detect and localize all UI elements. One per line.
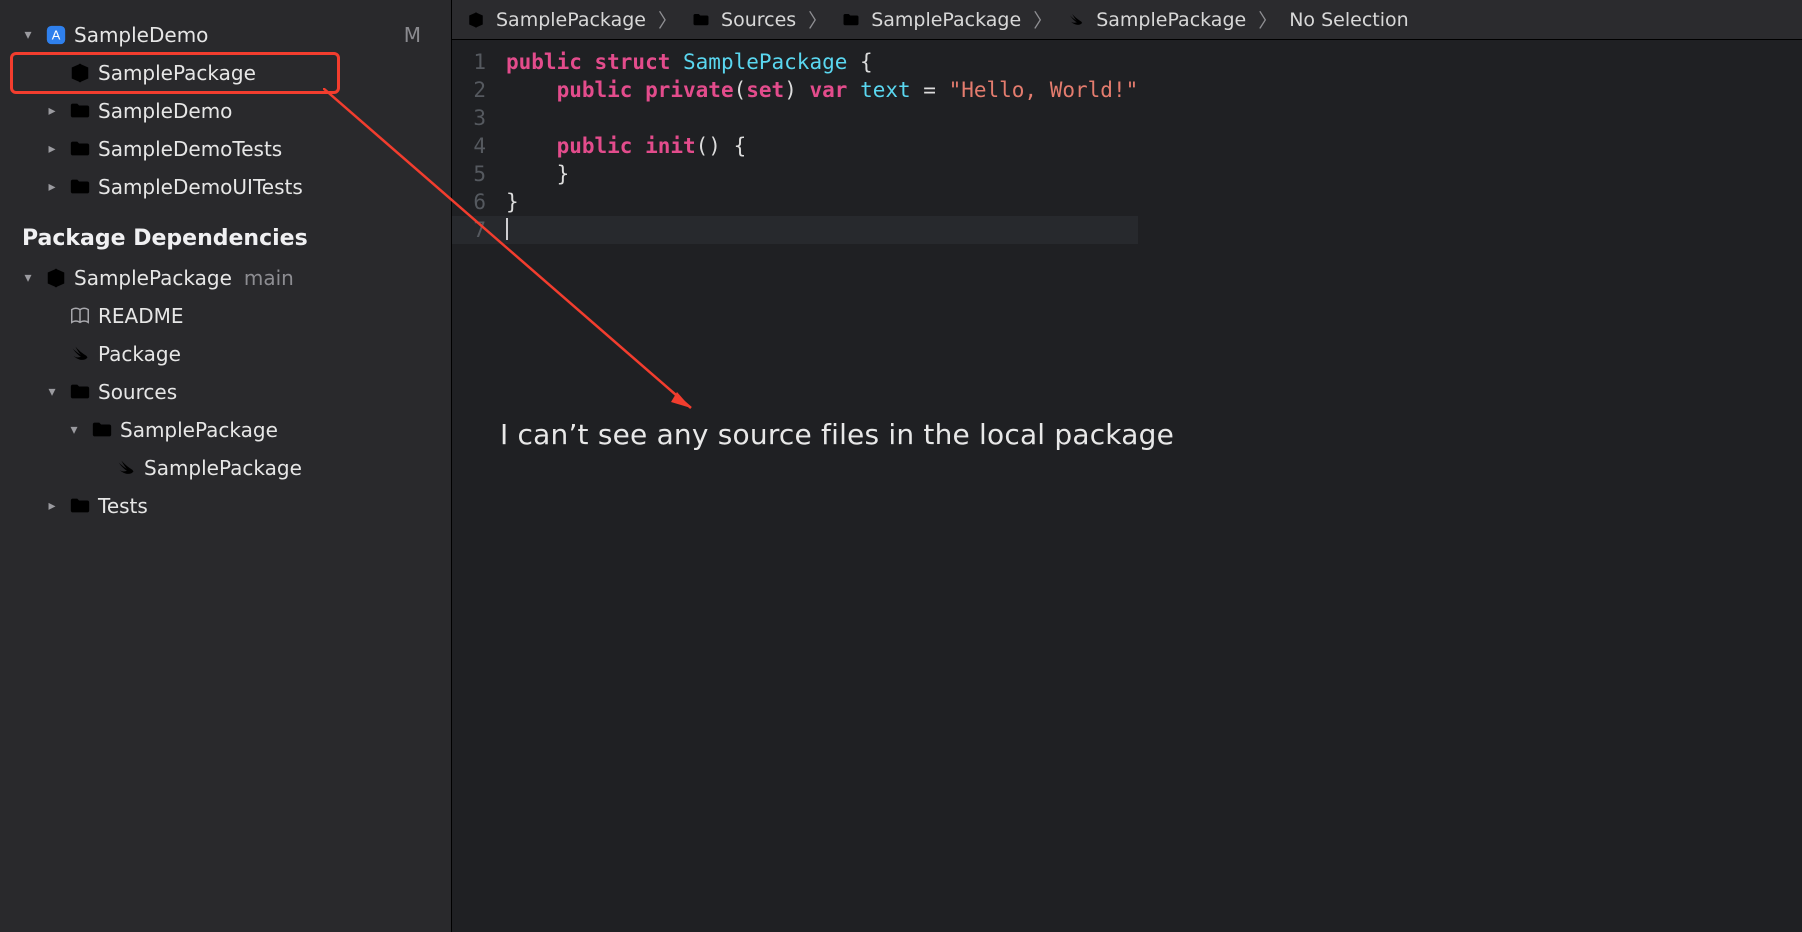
source-editor[interactable]: 1public struct SamplePackage { 2 public … bbox=[452, 40, 1802, 244]
project-name: SampleDemo bbox=[74, 23, 208, 47]
tests-folder[interactable]: ▸ Tests bbox=[0, 487, 451, 525]
folder-icon bbox=[68, 99, 92, 123]
swift-icon bbox=[114, 456, 138, 480]
chevron-down-icon: ▾ bbox=[64, 422, 84, 438]
item-label: SampleDemo bbox=[98, 99, 232, 123]
folder-icon bbox=[68, 137, 92, 161]
group-sampledemo[interactable]: ▸ SampleDemo bbox=[0, 92, 451, 130]
app-icon bbox=[44, 23, 68, 47]
crumb[interactable]: SamplePackage bbox=[871, 9, 1021, 31]
line-number: 2 bbox=[452, 76, 500, 104]
dependency-root[interactable]: ▾ SamplePackage main bbox=[0, 259, 451, 297]
crumb[interactable]: Sources bbox=[721, 9, 796, 31]
dependencies-header: Package Dependencies bbox=[0, 206, 451, 259]
chevron-right-icon: ▸ bbox=[42, 179, 62, 195]
dep-branch: main bbox=[244, 266, 294, 290]
folder-icon bbox=[68, 494, 92, 518]
line-number: 1 bbox=[452, 48, 500, 76]
group-sampledemotests[interactable]: ▸ SampleDemoTests bbox=[0, 130, 451, 168]
swift-icon bbox=[68, 342, 92, 366]
editor-pane: SamplePackage 〉 Sources 〉 SamplePackage … bbox=[452, 0, 1802, 932]
chevron-right-icon: ▸ bbox=[42, 141, 62, 157]
package-icon bbox=[464, 8, 488, 32]
chevron-right-icon: 〉 bbox=[808, 6, 827, 33]
item-label: SampleDemoUITests bbox=[98, 175, 303, 199]
dep-name: SamplePackage bbox=[74, 266, 232, 290]
readme-item[interactable]: README bbox=[0, 297, 451, 335]
project-root[interactable]: ▾ SampleDemo M bbox=[0, 16, 451, 54]
chevron-right-icon: 〉 bbox=[1033, 6, 1052, 33]
package-swift-item[interactable]: Package bbox=[0, 335, 451, 373]
crumb-selection[interactable]: No Selection bbox=[1289, 9, 1408, 31]
line-number: 7 bbox=[452, 216, 500, 244]
crumb[interactable]: SamplePackage bbox=[1096, 9, 1246, 31]
chevron-down-icon: ▾ bbox=[18, 270, 38, 286]
item-label: SamplePackage bbox=[98, 61, 256, 85]
scm-status: M bbox=[404, 23, 451, 47]
chevron-right-icon: 〉 bbox=[1258, 6, 1277, 33]
item-label: README bbox=[98, 304, 184, 328]
swift-icon bbox=[1064, 8, 1088, 32]
text-cursor bbox=[506, 218, 508, 240]
line-number: 3 bbox=[452, 104, 500, 132]
item-label: Package bbox=[98, 342, 181, 366]
folder-icon bbox=[68, 380, 92, 404]
package-icon bbox=[44, 266, 68, 290]
chevron-right-icon: ▸ bbox=[42, 103, 62, 119]
group-sampledemouitests[interactable]: ▸ SampleDemoUITests bbox=[0, 168, 451, 206]
line-number: 6 bbox=[452, 188, 500, 216]
chevron-right-icon: ▸ bbox=[42, 498, 62, 514]
item-label: Tests bbox=[98, 494, 148, 518]
item-label: Sources bbox=[98, 380, 177, 404]
breadcrumb[interactable]: SamplePackage 〉 Sources 〉 SamplePackage … bbox=[452, 0, 1802, 40]
project-navigator: ▾ SampleDemo M SamplePackage ▸ SampleDem… bbox=[0, 0, 452, 932]
book-icon bbox=[68, 304, 92, 328]
source-file[interactable]: SamplePackage bbox=[0, 449, 451, 487]
chevron-down-icon: ▾ bbox=[18, 27, 38, 43]
item-label: SamplePackage bbox=[120, 418, 278, 442]
line-number: 4 bbox=[452, 132, 500, 160]
chevron-down-icon: ▾ bbox=[42, 384, 62, 400]
folder-icon bbox=[839, 8, 863, 32]
line-number: 5 bbox=[452, 160, 500, 188]
folder-icon bbox=[90, 418, 114, 442]
folder-icon bbox=[68, 175, 92, 199]
item-label: SampleDemoTests bbox=[98, 137, 282, 161]
item-label: SamplePackage bbox=[144, 456, 302, 480]
sources-folder[interactable]: ▾ Sources bbox=[0, 373, 451, 411]
package-icon bbox=[68, 61, 92, 85]
sources-subfolder[interactable]: ▾ SamplePackage bbox=[0, 411, 451, 449]
annotation-text: I can’t see any source files in the loca… bbox=[500, 418, 1174, 451]
crumb[interactable]: SamplePackage bbox=[496, 9, 646, 31]
chevron-right-icon: 〉 bbox=[658, 6, 677, 33]
folder-icon bbox=[689, 8, 713, 32]
local-package-item[interactable]: SamplePackage bbox=[0, 54, 451, 92]
